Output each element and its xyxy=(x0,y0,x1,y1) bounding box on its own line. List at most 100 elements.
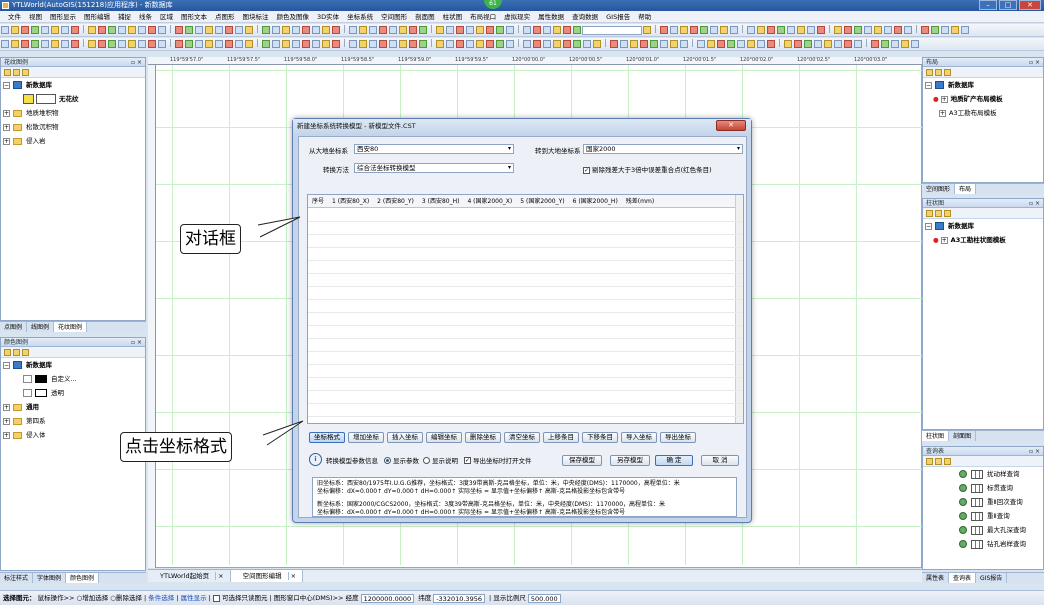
menu-item[interactable]: 颜色及图像 xyxy=(273,11,314,22)
column-tool-icon[interactable] xyxy=(935,210,942,217)
toolbar-tool-icon[interactable] xyxy=(185,40,193,48)
toolbar-tool-icon[interactable] xyxy=(61,26,69,34)
model-info-text[interactable]: 旧坐标系：西安80/1975年I.U.G.G推荐，坐标格式：3度39带高斯-克吕… xyxy=(312,477,737,517)
toolbar-tool-icon[interactable] xyxy=(148,40,156,48)
panel-close-icon[interactable]: ▫ × xyxy=(1029,58,1040,67)
toolbar-tool-icon[interactable] xyxy=(215,40,223,48)
toolbar-tool-icon[interactable] xyxy=(670,40,678,48)
tree-root[interactable]: − 新数据库 xyxy=(925,78,1043,92)
toolbar-tool-icon[interactable] xyxy=(41,26,49,34)
legend-tool-icon[interactable] xyxy=(22,349,29,356)
show-params-radio[interactable]: 显示参数 xyxy=(384,455,419,465)
method-select[interactable]: 综合法坐标转换模型 xyxy=(354,163,514,173)
toolbar-tool-icon[interactable] xyxy=(834,26,842,34)
tab-line-legend[interactable]: 线图例 xyxy=(27,322,55,332)
expand-icon[interactable]: + xyxy=(939,109,946,117)
legend-tool-icon[interactable] xyxy=(4,69,11,76)
tab-query-table[interactable]: 查询表 xyxy=(949,573,977,583)
tab-start-page[interactable]: YTLWorld起始页 × xyxy=(148,570,231,582)
toolbar-tool-icon[interactable] xyxy=(302,40,310,48)
grid-column-header[interactable]: 1 (西安80_X) xyxy=(328,195,373,207)
tree-item[interactable]: + 地质堆积物 xyxy=(3,106,145,120)
menu-item[interactable]: 文件 xyxy=(4,11,25,22)
panel-close-icon[interactable]: ▫ × xyxy=(1029,199,1040,208)
query-item[interactable]: 标贯查询 xyxy=(959,481,1043,495)
tab-column-chart[interactable]: 柱状图 xyxy=(922,431,950,441)
grid-action-button[interactable]: 编辑坐标 xyxy=(426,432,462,443)
toolbar-tool-icon[interactable] xyxy=(158,26,166,34)
toolbar-tool-icon[interactable] xyxy=(322,26,330,34)
toolbar-tool-icon[interactable] xyxy=(904,26,912,34)
tree-root[interactable]: − 新数据库 xyxy=(3,78,145,92)
toolbar-tool-icon[interactable] xyxy=(700,26,708,34)
condition-select-link[interactable]: 条件选择 xyxy=(148,594,174,602)
toolbar-tool-icon[interactable] xyxy=(553,40,561,48)
expand-icon[interactable]: + xyxy=(3,431,10,439)
toolbar-tool-icon[interactable] xyxy=(844,26,852,34)
menu-item[interactable]: 图形显示 xyxy=(46,11,80,22)
menu-item[interactable]: 帮助 xyxy=(634,11,655,22)
toolbar-tool-icon[interactable] xyxy=(817,26,825,34)
toolbar-tool-icon[interactable] xyxy=(643,26,651,34)
toolbar-tool-icon[interactable] xyxy=(282,26,290,34)
toolbar-tool-icon[interactable] xyxy=(108,26,116,34)
toolbar-tool-icon[interactable] xyxy=(891,40,899,48)
toolbar-tool-icon[interactable] xyxy=(787,26,795,34)
tree-item[interactable]: 自定义... xyxy=(3,372,145,386)
toolbar-tool-icon[interactable] xyxy=(292,26,300,34)
toolbar-tool-icon[interactable] xyxy=(225,40,233,48)
toolbar-tool-icon[interactable] xyxy=(660,26,668,34)
collapse-icon[interactable]: − xyxy=(3,81,10,89)
toolbar-tool-icon[interactable] xyxy=(720,26,728,34)
exclude-residual-checkbox[interactable]: ✓ 剔除残差大于3倍中误差重合点(红色条目) xyxy=(583,164,712,174)
toolbar-tool-icon[interactable] xyxy=(543,26,551,34)
tab-layout[interactable]: 布局 xyxy=(955,184,977,194)
maximize-button[interactable]: □ xyxy=(999,0,1017,10)
menu-item[interactable]: 视图 xyxy=(25,11,46,22)
toolbar-tool-icon[interactable] xyxy=(359,26,367,34)
toolbar-tool-icon[interactable] xyxy=(710,26,718,34)
menu-item[interactable]: 线条 xyxy=(135,11,156,22)
toolbar-tool-icon[interactable] xyxy=(446,26,454,34)
tree-item[interactable]: + 第四系 xyxy=(3,414,145,428)
collapse-icon[interactable]: − xyxy=(3,361,10,369)
query-item[interactable]: 最大孔深查询 xyxy=(959,523,1043,537)
toolbar-tool-icon[interactable] xyxy=(359,40,367,48)
tab-point-legend[interactable]: 点图例 xyxy=(0,322,28,332)
menu-item[interactable]: 图块标注 xyxy=(239,11,273,22)
toolbar-tool-icon[interactable] xyxy=(884,26,892,34)
toolbar-tool-icon[interactable] xyxy=(369,40,377,48)
toolbar-tool-icon[interactable] xyxy=(379,26,387,34)
expand-icon[interactable]: + xyxy=(3,417,10,425)
toolbar-tool-icon[interactable] xyxy=(41,40,49,48)
toolbar-tool-icon[interactable] xyxy=(419,26,427,34)
toolbar-tool-icon[interactable] xyxy=(894,26,902,34)
toolbar-tool-icon[interactable] xyxy=(807,26,815,34)
grid-column-header[interactable]: 2 (西安80_Y) xyxy=(373,195,418,207)
grid-column-header[interactable]: 6 (国家2000_H) xyxy=(569,195,622,207)
show-notes-radio[interactable]: 显示说明 xyxy=(423,455,458,465)
toolbar-tool-icon[interactable] xyxy=(436,26,444,34)
panel-close-icon[interactable]: ▫ × xyxy=(131,338,142,347)
toolbar-tool-icon[interactable] xyxy=(697,40,705,48)
grid-action-button[interactable]: 删除坐标 xyxy=(465,432,501,443)
toolbar-tool-icon[interactable] xyxy=(864,26,872,34)
tab-spatial-graphics[interactable]: 空间图形 xyxy=(922,184,956,194)
toolbar-tool-icon[interactable] xyxy=(730,26,738,34)
menu-item[interactable]: 3D实体 xyxy=(313,11,343,22)
toolbar-tool-icon[interactable] xyxy=(409,26,417,34)
toolbar-tool-icon[interactable] xyxy=(185,26,193,34)
menu-item[interactable]: 剖面图 xyxy=(411,11,439,22)
query-item[interactable]: 扰动样查询 xyxy=(959,467,1043,481)
toolbar-tool-icon[interactable] xyxy=(747,26,755,34)
grid-column-header[interactable]: 3 (西安80_H) xyxy=(418,195,464,207)
toolbar-tool-icon[interactable] xyxy=(523,26,531,34)
panel-close-icon[interactable]: ▫ × xyxy=(1029,447,1040,456)
toolbar-tool-icon[interactable] xyxy=(128,26,136,34)
toolbar-tool-icon[interactable] xyxy=(466,26,474,34)
toolbar-tool-icon[interactable] xyxy=(51,26,59,34)
toolbar-tool-icon[interactable] xyxy=(553,26,561,34)
toolbar-tool-icon[interactable] xyxy=(911,40,919,48)
toolbar-tool-icon[interactable] xyxy=(931,26,939,34)
grid-column-header[interactable]: 4 (国家2000_X) xyxy=(463,195,516,207)
